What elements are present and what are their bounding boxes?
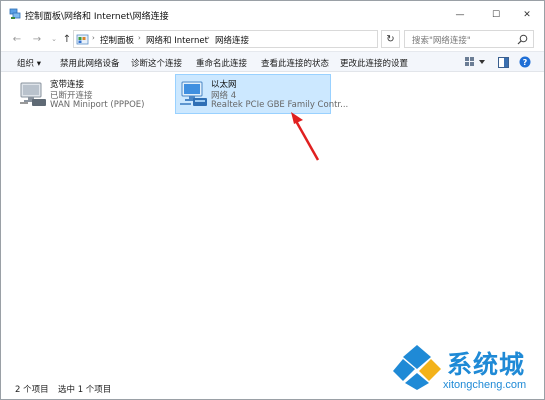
chevron-down-icon: ⌄: [51, 35, 57, 43]
breadcrumb-control-panel[interactable]: 控制面板: [100, 34, 134, 46]
up-button[interactable]: ↑: [60, 31, 74, 47]
connection-item-ethernet[interactable]: 以太网 网络 4 Realtek PCIe GBE Family Contr..…: [175, 74, 348, 114]
preview-pane-button[interactable]: [496, 55, 510, 69]
svg-text:?: ?: [523, 58, 528, 67]
window-title: 控制面板\网络和 Internet\网络连接: [25, 12, 169, 22]
change-view-icon: [465, 57, 485, 66]
ethernet-connection-icon: [180, 81, 207, 106]
watermark: 系统城 xitongcheng.com: [391, 339, 543, 399]
refresh-button[interactable]: ↻: [381, 30, 400, 48]
control-panel-icon: [76, 34, 89, 45]
selected-count: 选中 1 个项目: [58, 385, 112, 395]
help-button[interactable]: ?: [518, 55, 532, 69]
organize-menu[interactable]: 组织 ▾: [17, 57, 41, 69]
view-status-button[interactable]: 查看此连接的状态: [261, 57, 329, 69]
breadcrumb-network-connections[interactable]: 网络连接: [215, 34, 249, 46]
network-connections-icon: [9, 8, 21, 19]
watermark-url: xitongcheng.com: [443, 379, 527, 391]
watermark-brand: 系统城: [447, 350, 526, 379]
search-placeholder: 搜索"网络连接": [412, 36, 471, 46]
connection-device: Realtek PCIe GBE Family Contr...: [211, 100, 349, 110]
breadcrumb-separator: ›: [207, 34, 210, 42]
minimize-button[interactable]: —: [443, 1, 477, 28]
connection-device: WAN Miniport (PPPOE): [50, 100, 145, 110]
command-bar: 组织 ▾ 禁用此网络设备 诊断这个连接 重命名此连接 查看此连接的状态 更改此连…: [1, 51, 544, 72]
diagnose-connection-button[interactable]: 诊断这个连接: [131, 57, 182, 69]
explorer-window: 控制面板\网络和 Internet\网络连接 — ☐ ✕ ← → ⌄ ↑ › 控…: [0, 0, 545, 400]
file-list-area[interactable]: 宽带连接 已断开连接 WAN Miniport (PPPOE) 以太网 网络 4…: [1, 72, 544, 377]
watermark-logo-icon: [393, 345, 441, 390]
connection-item-broadband[interactable]: 宽带连接 已断开连接 WAN Miniport (PPPOE): [15, 75, 165, 115]
change-view-button[interactable]: [462, 55, 488, 69]
breadcrumb-separator: ›: [92, 34, 95, 42]
search-icon: [517, 34, 528, 45]
maximize-button[interactable]: ☐: [479, 1, 513, 28]
annotation-arrow-icon: [291, 112, 320, 161]
breadcrumb-separator: ›: [138, 34, 141, 42]
address-bar[interactable]: › 控制面板 › 网络和 Internet › 网络连接 ⌄: [73, 30, 439, 48]
back-arrow-icon: ←: [12, 33, 22, 45]
search-input[interactable]: 搜索"网络连接": [404, 30, 534, 48]
forward-button[interactable]: →: [30, 31, 44, 47]
change-settings-button[interactable]: 更改此连接的设置: [340, 57, 408, 69]
item-count: 2 个项目: [15, 385, 49, 395]
preview-pane-icon: [497, 56, 509, 68]
refresh-icon: ↻: [386, 33, 395, 45]
up-arrow-icon: ↑: [62, 33, 72, 45]
maximize-icon: ☐: [491, 9, 501, 20]
title-bar: 控制面板\网络和 Internet\网络连接 — ☐ ✕: [1, 1, 544, 28]
forward-arrow-icon: →: [32, 33, 42, 45]
close-icon: ✕: [523, 9, 531, 20]
address-row: ← → ⌄ ↑ › 控制面板 › 网络和 Internet › 网络连接 ⌄: [1, 28, 544, 50]
breadcrumb-network-internet[interactable]: 网络和 Internet: [146, 34, 208, 46]
help-icon: ?: [519, 56, 531, 68]
broadband-connection-icon: [20, 82, 46, 106]
disable-device-button[interactable]: 禁用此网络设备: [60, 57, 120, 69]
back-button[interactable]: ←: [10, 31, 24, 47]
recent-locations-button[interactable]: ⌄: [47, 31, 61, 47]
close-button[interactable]: ✕: [510, 1, 544, 28]
rename-connection-button[interactable]: 重命名此连接: [196, 57, 247, 69]
minimize-icon: —: [455, 9, 465, 20]
